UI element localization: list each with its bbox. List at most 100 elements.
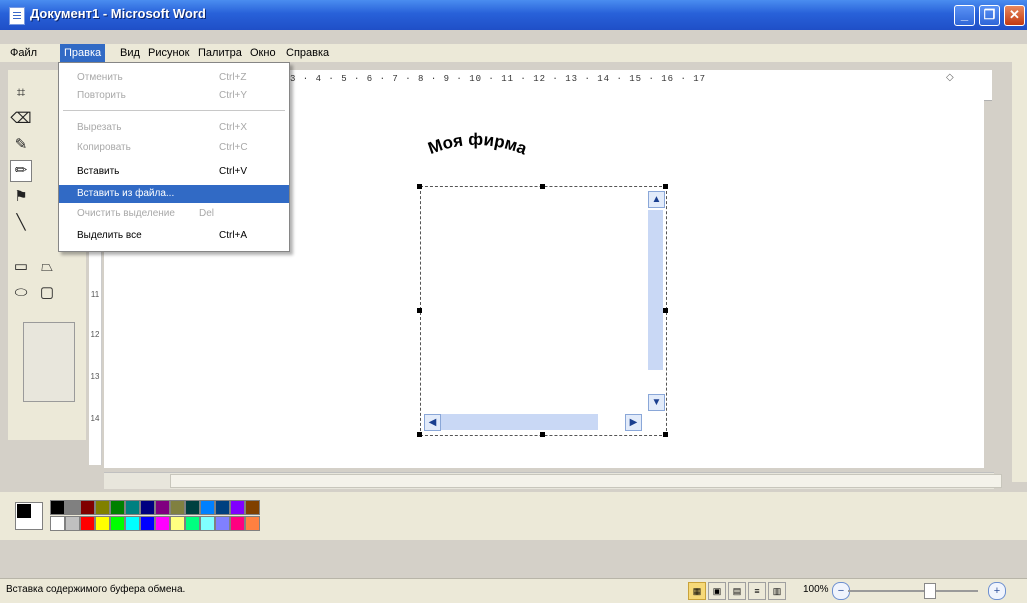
- palette-swatch[interactable]: [170, 516, 185, 531]
- vruler-number: 11: [90, 290, 100, 299]
- menu-item-label: Выделить все: [77, 230, 142, 241]
- menu-item-redo[interactable]: Повторить Ctrl+Y: [59, 87, 289, 105]
- menu-separator: [63, 110, 285, 111]
- resize-handle[interactable]: [663, 308, 668, 313]
- resize-handle[interactable]: [417, 432, 422, 437]
- svg-text:Моя фирма: Моя фирма: [425, 130, 529, 159]
- palette-swatch[interactable]: [140, 500, 155, 515]
- color-picker-icon[interactable]: ✎: [10, 134, 32, 156]
- inserted-frame[interactable]: [420, 186, 667, 436]
- rounded-rectangle-icon[interactable]: ▢: [36, 282, 58, 304]
- menu-item-shortcut: Ctrl+A: [219, 230, 248, 241]
- minimize-button[interactable]: _: [954, 5, 975, 26]
- palette-swatch[interactable]: [95, 500, 110, 515]
- palette-swatch[interactable]: [110, 516, 125, 531]
- frame-vertical-scroll-track[interactable]: [648, 210, 663, 370]
- menu-window[interactable]: Окно: [246, 44, 280, 62]
- menu-item-label: Вставить из файла...: [77, 188, 175, 199]
- menu-bar: Файл Правка Вид Рисунок Палитра Окно Спр…: [0, 44, 1027, 62]
- palette-swatch[interactable]: [140, 516, 155, 531]
- menu-edit[interactable]: Правка: [60, 44, 106, 62]
- resize-handle[interactable]: [663, 432, 668, 437]
- palette-swatch[interactable]: [125, 500, 140, 515]
- palette-swatch[interactable]: [200, 516, 215, 531]
- resize-handle[interactable]: [663, 184, 668, 189]
- palette-swatch[interactable]: [230, 516, 245, 531]
- palette-swatch[interactable]: [80, 516, 95, 531]
- menu-item-label: Повторить: [77, 90, 126, 101]
- menu-view[interactable]: Вид: [116, 44, 144, 62]
- status-text: Вставка содержимого буфера обмена.: [6, 584, 186, 595]
- rectangle-icon[interactable]: ▭: [10, 256, 32, 278]
- palette-swatch[interactable]: [185, 500, 200, 515]
- palette-swatch[interactable]: [185, 516, 200, 531]
- polygon-icon[interactable]: ⏢: [36, 256, 58, 278]
- document-icon: [9, 7, 25, 25]
- pencil-icon[interactable]: ✏: [10, 160, 32, 182]
- menu-item-cut[interactable]: Вырезать Ctrl+X: [59, 119, 289, 137]
- menu-item-shortcut: Ctrl+C: [219, 142, 248, 153]
- palette-swatch[interactable]: [65, 500, 80, 515]
- menu-image[interactable]: Рисунок: [144, 44, 194, 62]
- eraser-icon[interactable]: ⌫: [10, 108, 32, 130]
- chevron-up-icon[interactable]: ▲: [648, 191, 665, 208]
- full-screen-icon[interactable]: ▣: [708, 582, 726, 600]
- ellipse-icon[interactable]: ⬭: [10, 282, 32, 304]
- palette-swatch[interactable]: [200, 500, 215, 515]
- zoom-slider-thumb[interactable]: [924, 583, 936, 599]
- palette-swatch[interactable]: [80, 500, 95, 515]
- close-button[interactable]: ✕: [1004, 5, 1025, 26]
- resize-handle[interactable]: [417, 308, 422, 313]
- palette-swatch[interactable]: [215, 500, 230, 515]
- zoom-slider-track[interactable]: [848, 590, 978, 592]
- palette-swatch[interactable]: [50, 500, 65, 515]
- menu-item-paste-from-file[interactable]: Вставить из файла...: [59, 185, 289, 203]
- menu-file[interactable]: Файл: [6, 44, 41, 62]
- menu-item-clear-selection[interactable]: Очистить выделение Del: [59, 205, 289, 223]
- zoom-level[interactable]: 100%: [803, 584, 829, 595]
- resize-handle[interactable]: [540, 432, 545, 437]
- airbrush-icon[interactable]: ⚑: [10, 186, 32, 208]
- canvas-scroll-thumb[interactable]: [170, 474, 1002, 488]
- ruler-numbers: 3 · 4 · 5 · 6 · 7 · 8 · 9 · 10 · 11 · 12…: [290, 74, 707, 84]
- chevron-left-icon[interactable]: ◀: [424, 414, 441, 431]
- menu-item-paste[interactable]: Вставить Ctrl+V: [59, 163, 289, 181]
- menu-item-shortcut: Ctrl+V: [219, 166, 248, 177]
- wordart-title[interactable]: Моя фирма: [405, 120, 555, 180]
- palette-swatch[interactable]: [245, 516, 260, 531]
- menu-item-undo[interactable]: Отменить Ctrl+Z: [59, 69, 289, 87]
- palette-swatch[interactable]: [95, 516, 110, 531]
- chevron-right-icon[interactable]: ▶: [625, 414, 642, 431]
- line-icon[interactable]: ╲: [10, 212, 32, 234]
- palette-swatch[interactable]: [125, 516, 140, 531]
- menu-item-copy[interactable]: Копировать Ctrl+C: [59, 139, 289, 157]
- palette-swatch[interactable]: [65, 516, 80, 531]
- menu-colors[interactable]: Палитра: [194, 44, 246, 62]
- palette-swatch[interactable]: [230, 500, 245, 515]
- palette-swatch[interactable]: [155, 516, 170, 531]
- tool-options-panel[interactable]: [23, 322, 75, 402]
- chevron-down-icon[interactable]: ▼: [648, 394, 665, 411]
- menu-help[interactable]: Справка: [282, 44, 333, 62]
- print-layout-icon[interactable]: ▦: [688, 582, 706, 600]
- zoom-in-button[interactable]: +: [988, 582, 1006, 600]
- outline-view-icon[interactable]: ≡: [748, 582, 766, 600]
- ruler-indent-marker[interactable]: ◇: [946, 72, 954, 83]
- palette-swatch[interactable]: [215, 516, 230, 531]
- palette-swatch[interactable]: [110, 500, 125, 515]
- web-layout-icon[interactable]: ▤: [728, 582, 746, 600]
- menu-item-shortcut: Del: [199, 208, 215, 219]
- palette-swatch[interactable]: [245, 500, 260, 515]
- menu-item-label: Вырезать: [77, 122, 122, 133]
- draft-view-icon[interactable]: ▥: [768, 582, 786, 600]
- palette-swatch[interactable]: [155, 500, 170, 515]
- palette-swatch[interactable]: [170, 500, 185, 515]
- frame-horizontal-scroll-track[interactable]: [438, 414, 598, 430]
- free-select-icon[interactable]: ⌗: [10, 82, 32, 104]
- palette-swatch[interactable]: [50, 516, 65, 531]
- resize-handle[interactable]: [417, 184, 422, 189]
- right-scroll-area[interactable]: [1012, 62, 1027, 482]
- menu-item-select-all[interactable]: Выделить все Ctrl+A: [59, 227, 289, 245]
- restore-button[interactable]: ❐: [979, 5, 1000, 26]
- resize-handle[interactable]: [540, 184, 545, 189]
